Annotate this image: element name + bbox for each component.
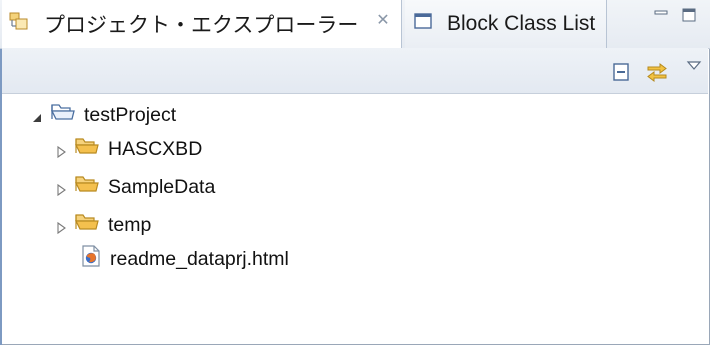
view-menu-icon[interactable] xyxy=(684,56,708,80)
link-with-editor-icon[interactable] xyxy=(644,58,668,82)
tree-item-label: readme_dataprj.html xyxy=(110,247,289,270)
tree-item-sampledata[interactable]: SampleData xyxy=(54,170,215,204)
tree-item-testproject[interactable]: testProject xyxy=(30,98,176,132)
collapsed-triangle-icon[interactable] xyxy=(54,142,68,159)
collapsed-triangle-icon[interactable] xyxy=(54,180,68,197)
expanded-triangle-icon[interactable] xyxy=(30,108,44,122)
tree-item-temp[interactable]: temp xyxy=(54,208,151,242)
tree-item-label: HASCXBD xyxy=(108,137,203,160)
project-tree: testProject HASCXBD SampleData temp read… xyxy=(2,94,708,344)
tab-project-explorer[interactable]: プロジェクト・エクスプローラー ✕ xyxy=(2,0,402,48)
tree-item-label: testProject xyxy=(84,103,177,126)
view-window-icon xyxy=(413,11,433,37)
folder-icon xyxy=(74,211,100,239)
tab-label: プロジェクト・エクスプローラー xyxy=(44,14,359,37)
tree-item-label: SampleData xyxy=(108,175,216,198)
tree-item-readme[interactable]: readme_dataprj.html xyxy=(80,242,289,276)
close-icon[interactable]: ✕ xyxy=(375,13,391,29)
folder-icon xyxy=(74,135,100,163)
maximize-icon[interactable] xyxy=(680,6,698,24)
tree-item-label: temp xyxy=(108,213,152,236)
folder-icon xyxy=(74,173,100,201)
html-file-icon xyxy=(80,244,102,274)
view-toolbar xyxy=(2,48,708,94)
project-explorer-icon xyxy=(8,10,30,38)
tab-block-class-list[interactable]: Block Class List xyxy=(405,0,607,48)
minimize-icon[interactable] xyxy=(652,6,670,24)
view-tab-bar: プロジェクト・エクスプローラー ✕ Block Class List xyxy=(0,0,710,49)
tab-label: Block Class List xyxy=(447,12,596,35)
tree-item-hascxbd[interactable]: HASCXBD xyxy=(54,132,202,166)
collapse-all-icon[interactable] xyxy=(610,60,634,84)
open-folder-icon xyxy=(50,101,76,129)
collapsed-triangle-icon[interactable] xyxy=(54,218,68,235)
